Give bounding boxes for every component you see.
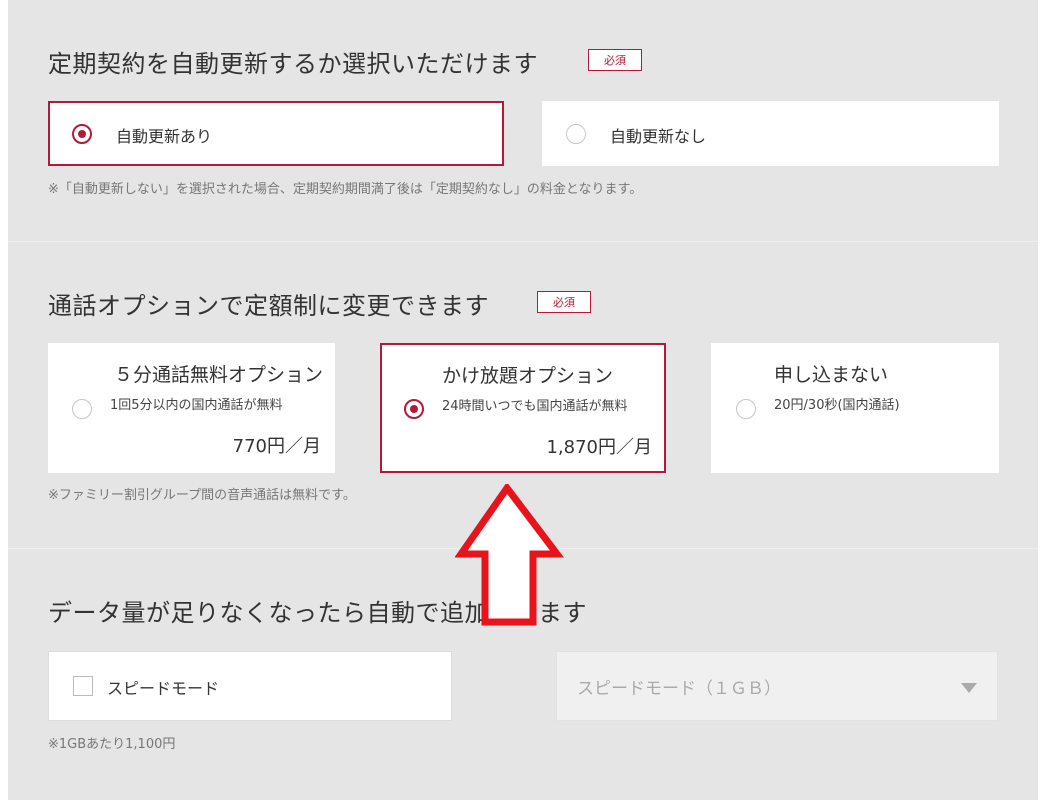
speed-mode-select[interactable]: スピードモード（１ＧＢ） (556, 651, 998, 721)
required-badge: 必須 (588, 49, 642, 71)
required-badge: 必須 (537, 291, 591, 313)
call-option-5min[interactable]: ５分通話無料オプション 1回5分以内の国内通話が無料 770円／月 (48, 343, 335, 473)
call-option-none[interactable]: 申し込まない 20円/30秒(国内通話) (711, 343, 999, 473)
call-option-5min-price: 770円／月 (232, 436, 321, 457)
radio-unselected-icon[interactable] (72, 399, 92, 419)
radio-selected-icon[interactable] (404, 399, 424, 419)
section-divider (8, 241, 1038, 242)
auto-renew-no-label: 自動更新なし (610, 127, 707, 146)
speed-mode-checkbox-card[interactable]: スピードモード (48, 651, 452, 721)
radio-unselected-icon[interactable] (566, 124, 586, 144)
call-option-5min-desc: 1回5分以内の国内通話が無料 (110, 398, 283, 413)
auto-renew-yes-label: 自動更新あり (116, 127, 213, 146)
auto-renew-heading: 定期契約を自動更新するか選択いただけます (48, 50, 538, 78)
call-option-none-title: 申し込まない (774, 364, 889, 386)
caret-down-icon (961, 683, 977, 693)
call-option-note: ※ファミリー割引グループ間の音声通話は無料です。 (48, 488, 356, 503)
radio-unselected-icon[interactable] (736, 399, 756, 419)
speed-mode-select-value: スピードモード（１ＧＢ） (577, 679, 781, 699)
call-option-heading: 通話オプションで定額制に変更できます (48, 292, 489, 320)
auto-renew-yes-option[interactable]: 自動更新あり (48, 101, 504, 166)
call-option-unlimited-desc: 24時間いつでも国内通話が無料 (442, 399, 628, 414)
data-topup-note: ※1GBあたり1,100円 (48, 737, 176, 752)
call-option-unlimited[interactable]: かけ放題オプション 24時間いつでも国内通話が無料 1,870円／月 (380, 343, 666, 473)
auto-renew-no-option[interactable]: 自動更新なし (542, 101, 999, 166)
checkbox-icon[interactable] (73, 676, 93, 696)
call-option-unlimited-title: かけ放題オプション (442, 365, 614, 387)
call-option-unlimited-price: 1,870円／月 (546, 437, 652, 458)
radio-selected-icon[interactable] (72, 124, 92, 144)
auto-renew-note: ※「自動更新しない」を選択された場合、定期契約期間満了後は「定期契約なし」の料金… (48, 182, 643, 197)
up-arrow-annotation-icon (455, 484, 565, 626)
call-option-5min-title: ５分通話無料オプション (114, 364, 324, 386)
speed-mode-label: スピードモード (107, 679, 220, 698)
call-option-none-desc: 20円/30秒(国内通話) (774, 398, 900, 413)
